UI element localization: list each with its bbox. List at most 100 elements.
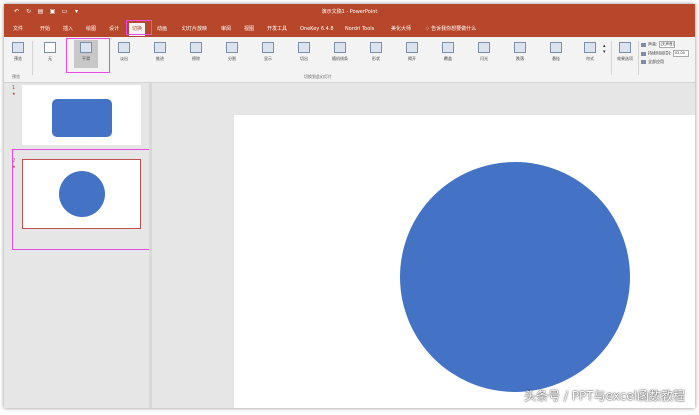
duration-option: 持续时间(D): 02.00	[641, 50, 689, 57]
wipe-icon	[190, 42, 202, 53]
slide-thumbnail-1[interactable]	[22, 85, 141, 145]
current-slide[interactable]	[234, 115, 695, 408]
transition-reveal[interactable]: 显示	[256, 40, 280, 68]
fade-icon	[118, 42, 130, 53]
transition-label: 揭开	[408, 56, 416, 61]
ribbon-separator	[611, 41, 612, 75]
apply-all-label: 全部应用	[648, 59, 664, 64]
transition-label: 分割	[228, 56, 236, 61]
transition-label: 帘式	[586, 56, 594, 61]
transition-label: 推进	[156, 56, 164, 61]
tell-me-label: 告诉我你想要做什么	[431, 26, 477, 32]
tab-slideshow[interactable]: 幻灯片放映	[179, 24, 210, 34]
tab-nordri-tools[interactable]: Nordri Tools	[342, 24, 377, 34]
slide-thumbnail-pane: 1 ★ 2 ★	[4, 83, 149, 408]
tab-animations[interactable]: 动画	[154, 24, 170, 34]
transition-uncover[interactable]: 揭开	[400, 40, 424, 68]
transition-label: 切出	[300, 56, 308, 61]
transitions-ribbon: 预览 预览 无 平滑 淡出 推进 擦除 分割 显示 切出 随机线条 形状 揭开 …	[4, 37, 695, 83]
push-icon	[154, 42, 166, 53]
apply-all-button[interactable]: 全部应用	[641, 59, 664, 65]
transition-label: 闪光	[480, 56, 488, 61]
uncover-icon	[406, 42, 418, 53]
transition-fall-over[interactable]: 跌落	[508, 40, 532, 68]
ribbon-separator	[638, 41, 639, 75]
transition-push[interactable]: 推进	[148, 40, 172, 68]
transition-morph[interactable]: 平滑	[74, 40, 98, 68]
effect-options-icon	[619, 42, 631, 53]
reveal-icon	[262, 42, 274, 53]
circle-shape	[59, 171, 105, 217]
tab-file[interactable]: 文件	[10, 24, 26, 34]
shape-icon	[370, 42, 382, 53]
circle-shape[interactable]	[400, 162, 630, 392]
tab-transitions[interactable]: 切换	[129, 23, 146, 36]
transition-wipe[interactable]: 擦除	[184, 40, 208, 68]
sound-icon	[641, 42, 646, 47]
transition-label: 平滑	[82, 56, 90, 61]
tab-meihua[interactable]: 美化大师	[388, 24, 414, 34]
transition-flash[interactable]: 闪光	[472, 40, 496, 68]
cut-icon	[298, 42, 310, 53]
watermark-text: 头条号 / PPT与excel函数教程	[524, 389, 685, 403]
split-icon	[226, 42, 238, 53]
cover-icon	[442, 42, 454, 53]
tab-view[interactable]: 视图	[241, 24, 257, 34]
transition-shape[interactable]: 形状	[364, 40, 388, 68]
transition-split[interactable]: 分割	[220, 40, 244, 68]
transition-cut[interactable]: 切出	[292, 40, 316, 68]
drape-icon	[550, 42, 562, 53]
tell-me-search[interactable]: ♢ 告诉我你想要做什么	[422, 24, 479, 34]
curtains-icon	[584, 42, 596, 53]
apply-all-icon	[641, 60, 646, 64]
transition-none[interactable]: 无	[38, 40, 62, 68]
duration-label: 持续时间(D):	[648, 50, 672, 56]
document-title: 演示文稿1 - PowerPoint	[321, 9, 378, 15]
transition-label: 跌落	[516, 56, 524, 61]
transition-label: 无	[48, 56, 52, 61]
preview-button[interactable]: 预览	[6, 40, 30, 68]
morph-icon	[80, 42, 92, 53]
transitions-group-label: 切换到此幻灯片	[304, 74, 332, 79]
rounded-rectangle-shape	[52, 99, 112, 137]
transition-cover[interactable]: 覆盖	[436, 40, 460, 68]
ribbon-tab-bar: 文件 开始 插入 绘图 设计 切换 动画 幻灯片放映 审阅 视图 开发工具 On…	[4, 20, 695, 37]
ribbon-separator	[32, 41, 33, 75]
transition-curtains[interactable]: 帘式	[578, 40, 602, 68]
clock-icon	[641, 51, 646, 56]
transition-label: 擦除	[192, 56, 200, 61]
flash-icon	[478, 42, 490, 53]
title-bar: ↶ ↻ ▤ ▣ ▭ ▾ 演示文稿1 - PowerPoint	[4, 4, 695, 20]
effect-options-button[interactable]: 效果选项	[613, 40, 637, 68]
transition-label: 淡出	[120, 56, 128, 61]
tab-insert[interactable]: 插入	[60, 24, 76, 34]
tab-design[interactable]: 设计	[106, 24, 122, 34]
transition-drape[interactable]: 悬挂	[544, 40, 568, 68]
transition-label: 覆盖	[444, 56, 452, 61]
preview-icon	[12, 42, 24, 53]
tab-home[interactable]: 开始	[37, 24, 53, 34]
tab-review[interactable]: 审阅	[218, 24, 234, 34]
random-bars-icon	[334, 42, 346, 53]
sound-select[interactable]: [无声音]	[658, 41, 675, 48]
transition-fade[interactable]: 淡出	[112, 40, 136, 68]
sound-option[interactable]: 声音: [无声音]	[641, 41, 675, 48]
slide-number: 1 ★	[12, 85, 16, 96]
transition-label: 随机线条	[332, 56, 348, 61]
tab-developer[interactable]: 开发工具	[264, 24, 290, 34]
effect-options-label: 效果选项	[617, 56, 633, 61]
transition-label: 形状	[372, 56, 380, 61]
sound-label: 声音:	[648, 41, 658, 47]
transition-random-bars[interactable]: 随机线条	[328, 40, 352, 68]
fall-over-icon	[514, 42, 526, 53]
tab-onekey[interactable]: OneKey 6.4.8	[297, 24, 337, 34]
powerpoint-window: ↶ ↻ ▤ ▣ ▭ ▾ 演示文稿1 - PowerPoint 文件 开始 插入 …	[4, 4, 695, 408]
gallery-scroll-icon[interactable]: ▴ ▾	[603, 43, 606, 55]
duration-input[interactable]: 02.00	[672, 50, 689, 57]
tab-draw[interactable]: 绘图	[83, 24, 99, 34]
slide-editor	[152, 83, 695, 408]
preview-group-label: 预览	[12, 74, 20, 79]
slide-thumbnail-2[interactable]	[22, 159, 141, 229]
preview-label: 预览	[14, 56, 22, 61]
slide-number: 2 ★	[12, 158, 16, 169]
